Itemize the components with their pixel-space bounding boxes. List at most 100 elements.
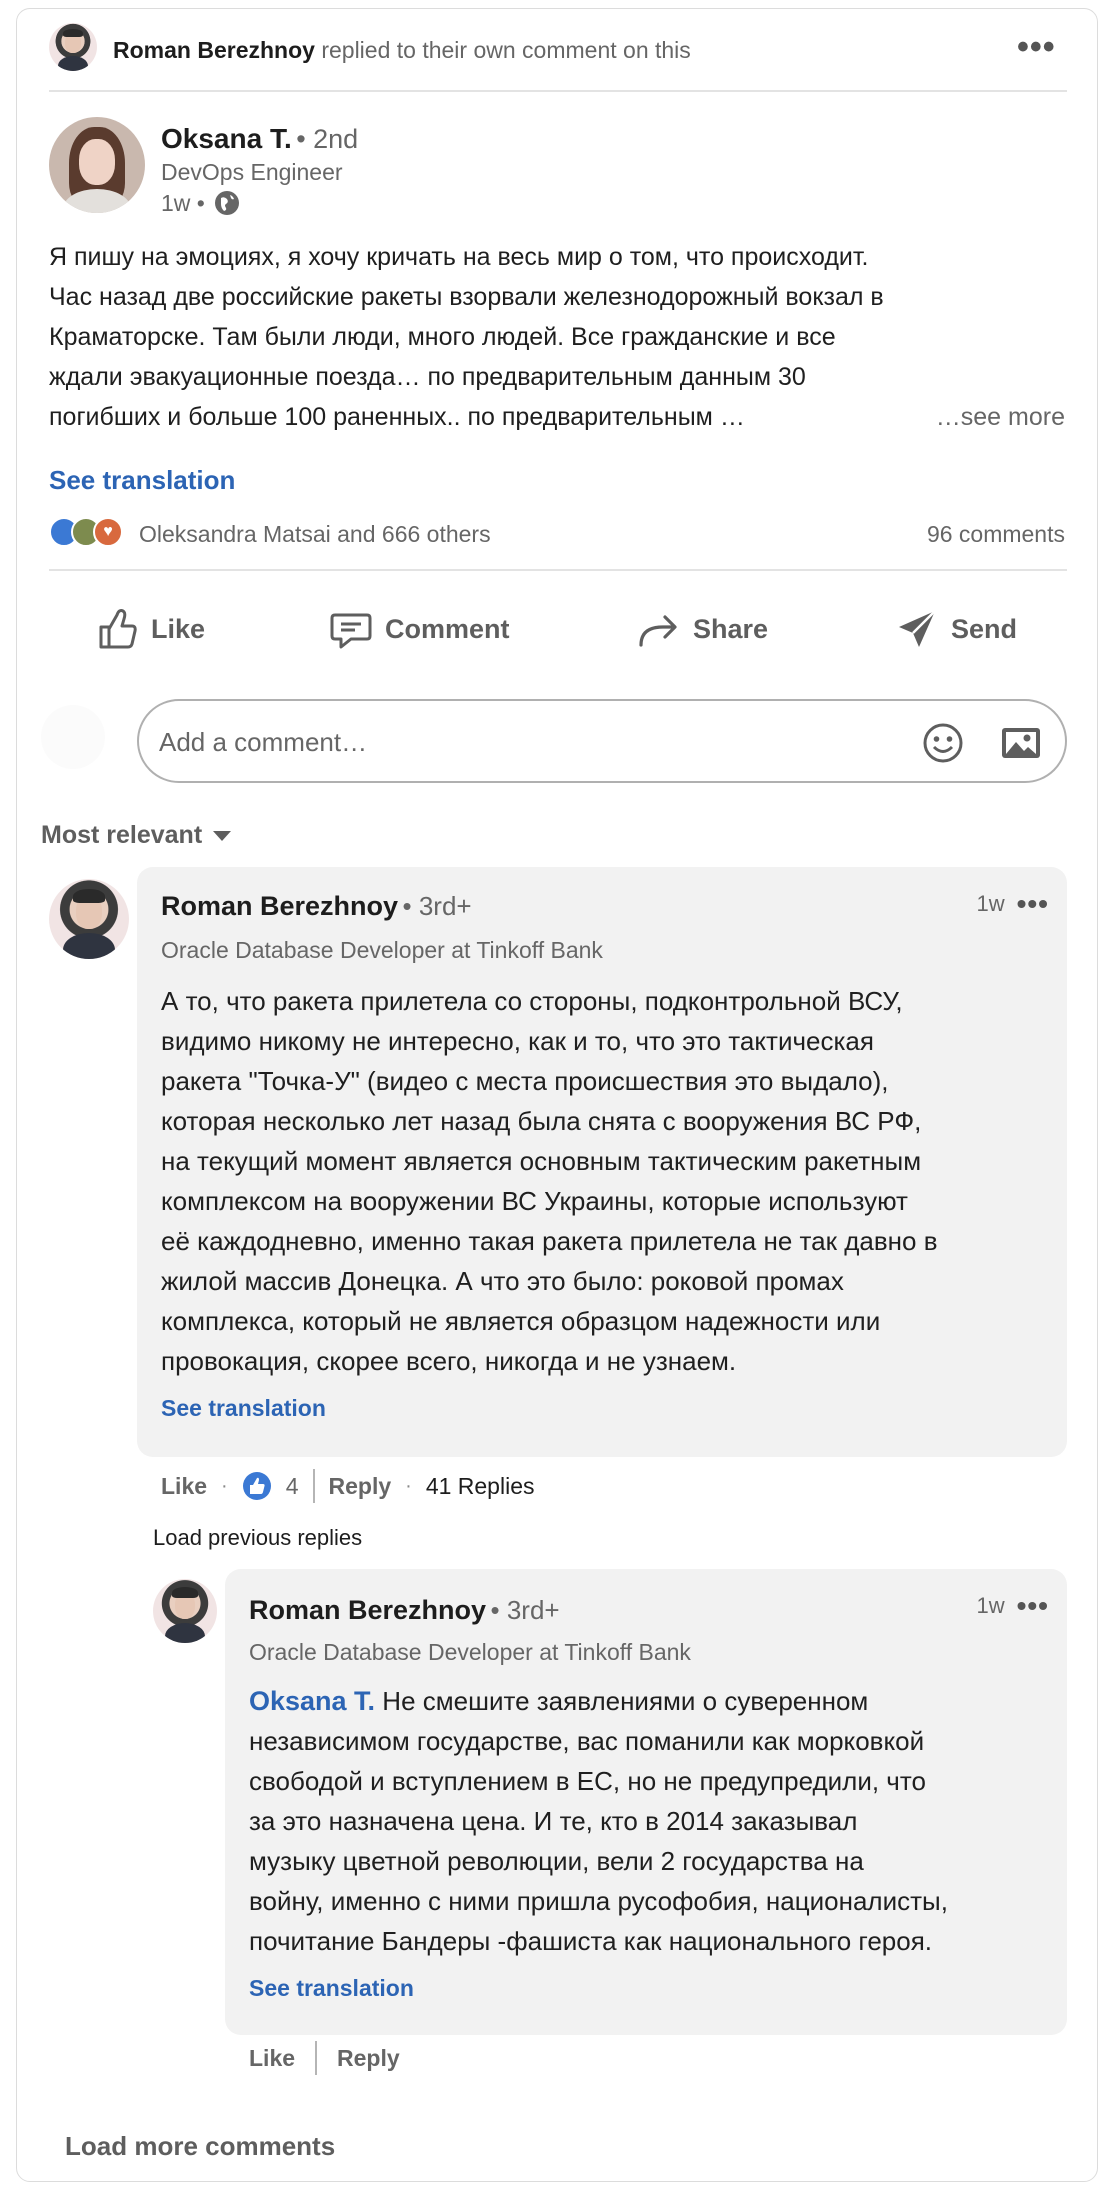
sort-dropdown[interactable]: Most relevant — [41, 821, 232, 850]
comment-text-line: ракета "Точка-У" (видео с места происшес… — [161, 1066, 889, 1096]
activity-text: replied to their own comment on this — [321, 37, 691, 63]
comment-author-degree: • 3rd+ — [402, 891, 472, 921]
comments-count[interactable]: 96 comments — [927, 521, 1065, 548]
reply-first-line-text: Не смешите заявлениями о суверенном — [375, 1686, 869, 1716]
image-icon[interactable] — [999, 721, 1043, 765]
comment-options-icon[interactable]: ••• — [1017, 890, 1049, 918]
reply-author-name[interactable]: Roman Berezhnoy — [249, 1595, 486, 1625]
load-more-comments[interactable]: Load more comments — [65, 2131, 335, 2162]
share-button[interactable]: Share — [637, 607, 768, 651]
feed-card: Roman Berezhnoy replied to their own com… — [16, 8, 1098, 2182]
comment-text-line: провокация, скорее всего, никогда и не у… — [161, 1346, 737, 1376]
reply-actions: Like Reply — [249, 2041, 400, 2075]
comment-time: 1w — [976, 891, 1005, 916]
comment-author-line: Roman Berezhnoy • 3rd+ — [161, 891, 472, 922]
post-author-name[interactable]: Oksana T. — [161, 123, 292, 154]
comment-reply-button[interactable]: Reply — [329, 1473, 392, 1500]
caret-down-icon — [213, 830, 232, 841]
post-text-line: Я пишу на эмоциях, я хочу кричать на вес… — [49, 243, 869, 271]
thumbs-up-icon — [99, 609, 137, 649]
like-label: Like — [151, 613, 206, 644]
comment-text-line: её каждодневно, именно такая ракета прил… — [161, 1226, 938, 1256]
reactions-divider — [49, 569, 1067, 571]
comment-button[interactable]: Comment — [329, 607, 510, 651]
post-author-degree: • 2nd — [296, 124, 359, 154]
add-comment-placeholder: Add a comment… — [159, 727, 368, 757]
reply-text-line: независимом государстве, вас поманили ка… — [249, 1726, 925, 1756]
share-arrow-icon — [639, 615, 677, 647]
reply-text-line: почитание Бандеры -фашиста как националь… — [249, 1926, 932, 1956]
reply-text-line: музыку цветной революции, вели 2 государ… — [249, 1846, 864, 1876]
reply-like-button[interactable]: Like — [249, 2045, 295, 2072]
comment-text-line: на текущий момент является основным такт… — [161, 1146, 922, 1176]
reactions-summary[interactable]: Oleksandra Matsai and 666 others — [139, 521, 491, 548]
action-divider — [315, 2041, 318, 2075]
reply-meta: 1w ••• — [976, 1592, 1049, 1620]
globe-icon — [214, 191, 239, 215]
reply-text-line: войну, именно с ними пришла русофобия, н… — [249, 1886, 948, 1916]
post-author-headline: DevOps Engineer — [161, 159, 343, 185]
comment-actions: Like · 4 Reply · 41 Replies — [161, 1469, 535, 1503]
current-user-avatar[interactable] — [41, 705, 105, 769]
header-divider — [49, 90, 1067, 92]
reply-author-degree: • 3rd+ — [490, 1595, 560, 1625]
comment-author-avatar[interactable] — [49, 879, 129, 959]
activity-line: Roman Berezhnoy replied to their own com… — [113, 37, 691, 64]
send-plane-icon — [899, 610, 936, 647]
mention-link[interactable]: Oksana T. — [249, 1686, 375, 1716]
comment-see-translation[interactable]: See translation — [161, 1395, 326, 1422]
like-count-icon[interactable] — [242, 1471, 272, 1501]
separator-dot: · — [405, 1474, 412, 1497]
post-author-avatar[interactable] — [49, 117, 145, 213]
post-text-line: погибших и больше 100 раненных.. по пред… — [49, 403, 745, 431]
reply-text-line: свободой и вступлением в ЕС, но не преду… — [249, 1766, 926, 1796]
comment-text-line: А то, что ракета прилетела со стороны, п… — [161, 986, 903, 1016]
send-label: Send — [951, 613, 1018, 644]
reply-see-translation[interactable]: See translation — [249, 1975, 414, 2002]
comment-text: А то, что ракета прилетела со стороны, п… — [161, 981, 1051, 1381]
sort-label: Most relevant — [41, 821, 203, 849]
activity-actor-avatar[interactable] — [49, 23, 97, 71]
post-meta: 1w • — [161, 189, 241, 217]
reaction-icons[interactable]: ♥ — [49, 517, 129, 547]
action-divider — [312, 1469, 315, 1503]
reply-text-line: Oksana T. Не смешите заявлениями о сувер… — [249, 1681, 1049, 1721]
post-text-line: Час назад две российские ракеты взорвали… — [49, 283, 884, 311]
post-text: Я пишу на эмоциях, я хочу кричать на вес… — [49, 237, 1069, 437]
separator-dot: · — [221, 1474, 228, 1497]
reply-time: 1w — [976, 1593, 1005, 1618]
comment-like-count[interactable]: 4 — [286, 1473, 299, 1500]
reply-text: Oksana T. Не смешите заявлениями о сувер… — [249, 1681, 1049, 1961]
post-time: 1w • — [161, 189, 205, 216]
comment-author-headline: Oracle Database Developer at Tinkoff Ban… — [161, 937, 603, 963]
post-text-line: ждали эвакуационные поезда… по предварит… — [49, 363, 806, 391]
comment-text-line: комплекса, который не является образцом … — [161, 1306, 881, 1336]
emoji-icon[interactable] — [921, 721, 965, 765]
comment-author-name[interactable]: Roman Berezhnoy — [161, 891, 398, 921]
comment-text-line: видимо никому не интересно, как и то, чт… — [161, 1026, 874, 1056]
reply-options-icon[interactable]: ••• — [1017, 1592, 1049, 1620]
load-previous-replies[interactable]: Load previous replies — [153, 1525, 362, 1551]
post-text-line: Краматорске. Там были люди, много людей.… — [49, 323, 836, 351]
reply-author-avatar[interactable] — [153, 1579, 217, 1643]
reply-reply-button[interactable]: Reply — [337, 2045, 400, 2072]
comment-text-line: которая несколько лет назад была снята с… — [161, 1106, 922, 1136]
comment-meta: 1w ••• — [976, 890, 1049, 918]
see-more-link[interactable]: …see more — [936, 397, 1065, 437]
comment-text-line: жилой массив Донецка. А что это было: ро… — [161, 1266, 844, 1296]
activity-actor-name[interactable]: Roman Berezhnoy — [113, 37, 315, 63]
post-see-translation[interactable]: See translation — [49, 465, 235, 496]
post-author-line: Oksana T. • 2nd — [161, 123, 358, 155]
more-options-icon[interactable]: ••• — [1017, 30, 1056, 64]
like-button[interactable]: Like — [97, 607, 205, 651]
share-label: Share — [693, 613, 769, 644]
replies-count[interactable]: 41 Replies — [426, 1473, 535, 1500]
send-button[interactable]: Send — [895, 607, 1017, 651]
reply-bubble: Roman Berezhnoy • 3rd+ Oracle Database D… — [225, 1569, 1067, 2035]
reply-author-line: Roman Berezhnoy • 3rd+ — [249, 1595, 560, 1626]
add-comment-input[interactable]: Add a comment… — [137, 699, 1067, 783]
comment-text-line: комплексом на вооружении ВС Украины, кот… — [161, 1186, 908, 1216]
comment-like-button[interactable]: Like — [161, 1473, 207, 1500]
comment-icon — [330, 613, 372, 649]
comment-bubble: Roman Berezhnoy • 3rd+ Oracle Database D… — [137, 867, 1067, 1457]
